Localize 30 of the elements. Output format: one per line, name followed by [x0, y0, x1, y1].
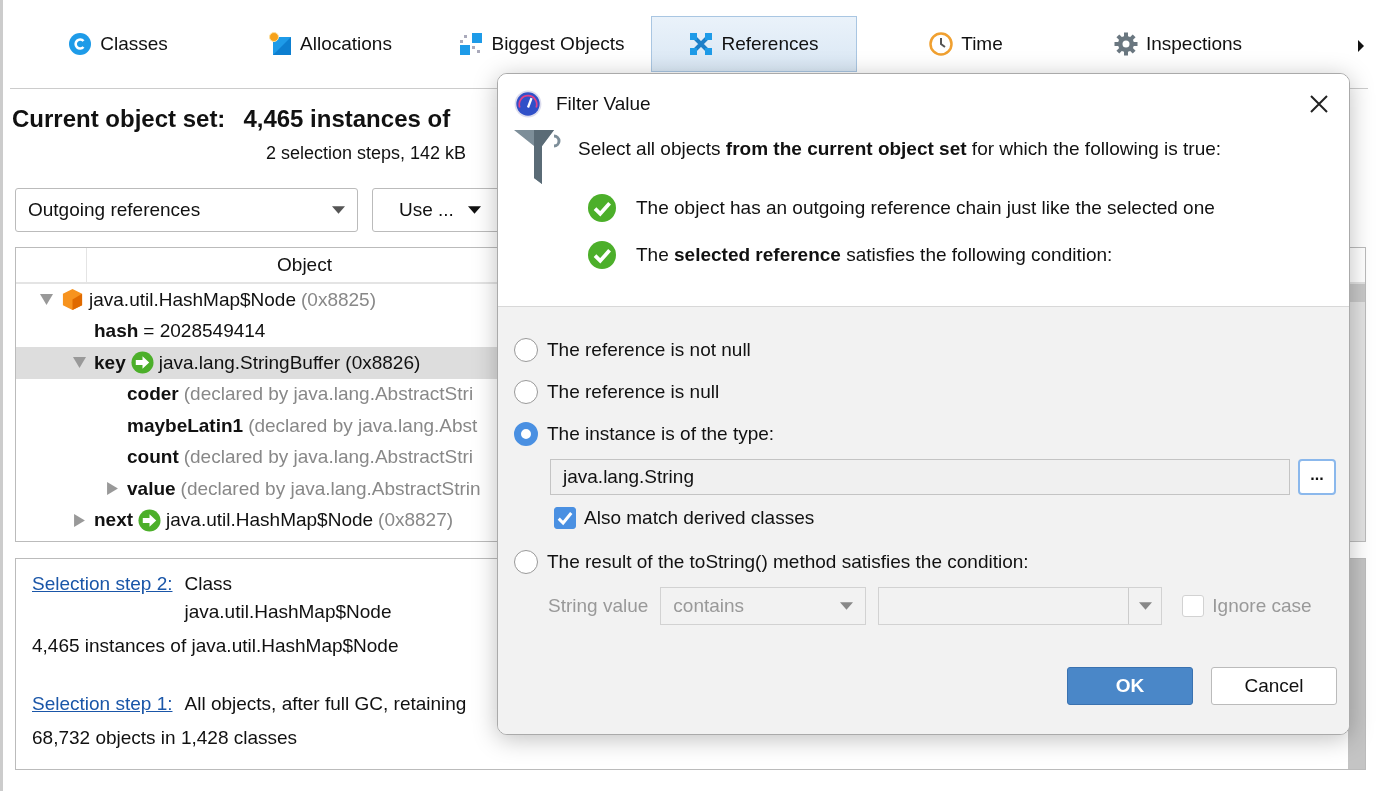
- field-name: maybeLatin1: [127, 414, 244, 437]
- tree-label: java.lang.StringBuffer (0x8826): [158, 351, 421, 374]
- step-detail: java.util.HashMap$Node: [184, 600, 392, 624]
- tree-label: java.util.HashMap$Node: [89, 288, 296, 311]
- step-summary: 68,732 objects in 1,428 classes: [32, 727, 299, 749]
- field-name: count: [127, 446, 179, 469]
- tree-note: (declared by java.lang.AbstractStrin: [180, 477, 481, 500]
- field-name: key: [94, 351, 126, 374]
- tree-note: (0x8827): [378, 509, 454, 532]
- field-name: hash: [94, 320, 139, 343]
- step-summary: 4,465 instances of java.util.HashMap$Node: [32, 635, 400, 657]
- tree-note: (declared by java.lang.AbstractStri: [183, 446, 474, 469]
- condition-text: The object has an outgoing reference chain just like the selected one: [636, 196, 1215, 219]
- tree-note: (declared by java.lang.Abst: [248, 414, 478, 437]
- condition-text: The selected reference satisfies the following condition:: [636, 243, 1113, 266]
- string-value-label: String value: [548, 595, 649, 617]
- object-set-title: Current object set:: [12, 105, 226, 133]
- dialog-instruction: Select all objects from the current object set for which the following is true:: [578, 137, 1222, 161]
- tree-note: (0x8825): [301, 288, 376, 311]
- object-set-summary: 2 selection steps, 142 kB: [266, 143, 467, 164]
- tree-note: (declared by java.lang.AbstractStri: [183, 383, 474, 406]
- tree-label: java.util.HashMap$Node: [166, 509, 374, 532]
- tree-label: = 2028549414: [143, 320, 266, 343]
- step-detail: All objects, after full GC, retaining: [184, 692, 467, 716]
- field-name: value: [127, 477, 176, 500]
- dialog-title: Filter Value: [556, 93, 651, 115]
- field-name: coder: [127, 383, 179, 406]
- step-detail: Class: [184, 572, 233, 596]
- object-set-value: 4,465 instances of: [243, 105, 451, 133]
- field-name: next: [94, 509, 134, 532]
